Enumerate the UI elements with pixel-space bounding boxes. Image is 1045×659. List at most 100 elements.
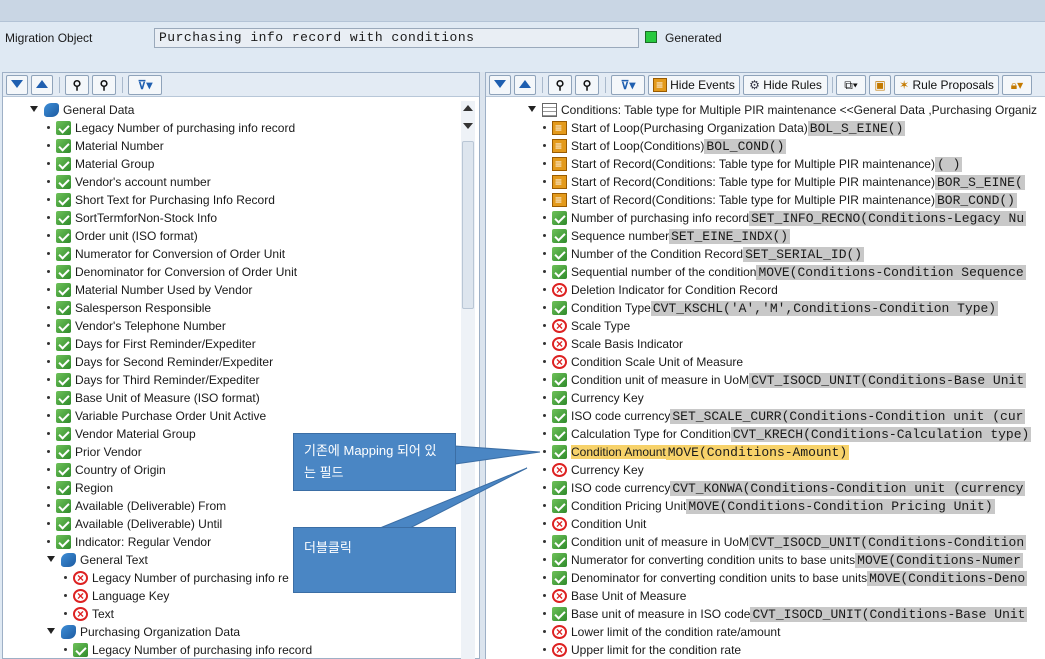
left-scrollbar[interactable] (461, 101, 475, 659)
tree-node[interactable]: Start of Record(Conditions: Table type f… (543, 173, 1025, 191)
tree-node[interactable]: Scale Basis Indicator (543, 335, 683, 353)
tree-node[interactable]: Days for First Reminder/Expediter (47, 335, 256, 353)
tree-node[interactable]: Country of Origin (47, 461, 166, 479)
tree-node[interactable]: Currency Key (543, 389, 644, 407)
tree-node[interactable]: Start of Loop(Purchasing Organization Da… (543, 119, 906, 137)
tree-node[interactable]: Base unit of measure in ISO code CVT_ISOC… (543, 605, 1028, 623)
tree-node[interactable]: Condition Pricing Unit MOVE(Conditions-Co… (543, 497, 995, 515)
expand-caret-icon[interactable] (528, 106, 536, 112)
tree-node[interactable]: Vendor's account number (47, 173, 211, 191)
lock-button[interactable]: 🔒︎▾ (1002, 75, 1032, 95)
filter-button[interactable]: ⊽▾ (128, 75, 162, 95)
tree-node[interactable]: Variable Purchase Order Unit Active (47, 407, 266, 425)
rule-code[interactable]: MOVE(Conditions-Condition Sequence (756, 265, 1026, 280)
tree-node[interactable]: Text (64, 605, 114, 623)
collapse-all-button[interactable] (31, 75, 53, 95)
tree-node[interactable]: Indicator: Regular Vendor (47, 533, 211, 551)
filter-button[interactable]: ⊽▾ (611, 75, 645, 95)
tree-node[interactable]: Available (Deliverable) Until (47, 515, 222, 533)
rule-code[interactable]: CVT_ISOCD_UNIT(Conditions-Base Unit (750, 607, 1028, 622)
rule-code[interactable]: CVT_KONWA(Conditions-Condition unit (cur… (670, 481, 1026, 496)
tree-node[interactable]: Calculation Type for Condition CVT_KRECH(… (543, 425, 1032, 443)
tree-node[interactable]: Days for Third Reminder/Expediter (47, 371, 260, 389)
tree-node[interactable]: Available (Deliverable) From (47, 497, 226, 515)
tree-node[interactable]: General Text (47, 551, 148, 569)
tree-node[interactable]: Start of Record(Conditions: Table type f… (543, 191, 1017, 209)
expand-all-button[interactable] (489, 75, 511, 95)
rule-code[interactable]: BOR_COND() (934, 193, 1017, 208)
rule-code[interactable]: BOL_COND() (704, 139, 787, 154)
tree-node[interactable]: Order unit (ISO format) (47, 227, 198, 245)
scroll-down-icon[interactable] (463, 123, 473, 129)
tree-node[interactable]: Material Number (47, 137, 164, 155)
expand-caret-icon[interactable] (30, 106, 38, 112)
scroll-thumb[interactable] (462, 141, 474, 309)
tree-node[interactable]: Prior Vendor (47, 443, 142, 461)
tree-node[interactable]: Days for Second Reminder/Expediter (47, 353, 273, 371)
rule-code[interactable]: MOVE(Conditions-Amount) (665, 445, 850, 460)
tree-node[interactable]: Base Unit of Measure (ISO format) (47, 389, 260, 407)
rule-code[interactable]: MOVE(Conditions-Condition Pricing Unit) (686, 499, 995, 514)
rule-code[interactable]: SET_SCALE_CURR(Conditions-Condition unit… (670, 409, 1026, 424)
tree-node[interactable]: SortTermforNon-Stock Info (47, 209, 217, 227)
tree-node[interactable]: Number of purchasing info record SET_INFO… (543, 209, 1027, 227)
tree-node[interactable]: Salesperson Responsible (47, 299, 211, 317)
tree-node[interactable]: Legacy Number of purchasing info record (47, 119, 295, 137)
migration-object-field[interactable]: Purchasing info record with conditions (154, 28, 639, 48)
rule-code[interactable]: MOVE(Conditions-Deno (867, 571, 1028, 586)
tree-node[interactable]: Material Number Used by Vendor (47, 281, 252, 299)
rule-code[interactable]: CVT_KRECH(Conditions-Calculation type) (730, 427, 1032, 442)
object-button[interactable]: ▣ (869, 75, 891, 95)
tree-node[interactable]: Lower limit of the condition rate/amount (543, 623, 780, 641)
tree-node[interactable]: Start of Record(Conditions: Table type f… (543, 155, 963, 173)
expand-all-button[interactable] (6, 75, 28, 95)
tree-node[interactable]: Condition unit of measure in UoM CVT_ISOC… (543, 371, 1027, 389)
tree-node[interactable]: ISO code currency CVT_KONWA(Conditions-Co… (543, 479, 1026, 497)
tree-node[interactable]: Currency Key (543, 461, 644, 479)
rule-code[interactable]: CVT_KSCHL('A','M',Conditions-Condition T… (650, 301, 999, 316)
tree-node[interactable]: Vendor Material Group (47, 425, 196, 443)
tree-node[interactable]: Start of Loop(Conditions)BOL_COND() (543, 137, 787, 155)
hide-events-button[interactable]: Hide Events (648, 75, 740, 95)
expand-caret-icon[interactable] (47, 628, 55, 634)
tree-node[interactable]: Number of the Condition Record SET_SERIAL… (543, 245, 865, 263)
tree-node[interactable]: Conditions: Table type for Multiple PIR … (528, 101, 1037, 119)
tree-node[interactable]: Sequential number of the condition MOVE(C… (543, 263, 1026, 281)
rule-code[interactable]: SET_SERIAL_ID() (743, 247, 865, 262)
rule-proposals-button[interactable]: ✶ Rule Proposals (894, 75, 999, 95)
rule-code[interactable]: BOR_S_EINE( (934, 175, 1025, 190)
tree-node[interactable]: Condition Amount MOVE(Conditions-Amount) (543, 443, 850, 461)
tree-node[interactable]: Base Unit of Measure (543, 587, 686, 605)
tree-node[interactable]: Denominator for Conversion of Order Unit (47, 263, 297, 281)
tree-node[interactable]: Sequence number SET_EINE_INDX() (543, 227, 791, 245)
tree-node[interactable]: Language Key (64, 587, 169, 605)
tree-node[interactable]: General Data (30, 101, 134, 119)
rule-code[interactable]: MOVE(Conditions-Numer (855, 553, 1023, 568)
tree-node[interactable]: Denominator for converting condition uni… (543, 569, 1028, 587)
tree-node[interactable]: ISO code currency SET_SCALE_CURR(Conditio… (543, 407, 1026, 425)
tree-node[interactable]: Numerator for Conversion of Order Unit (47, 245, 285, 263)
tree-node[interactable]: Numerator for converting condition units… (543, 551, 1023, 569)
tree-node[interactable]: Condition unit of measure in UoM CVT_ISOC… (543, 533, 1027, 551)
tree-node[interactable]: Condition Type CVT_KSCHL('A','M',Conditio… (543, 299, 999, 317)
display-options-button[interactable]: ⧉▾ (836, 75, 866, 95)
find-button[interactable]: ⚲ (548, 75, 572, 95)
tree-node[interactable]: Scale Type (543, 317, 630, 335)
scroll-up-icon[interactable] (463, 105, 473, 111)
tree-node[interactable]: Condition Scale Unit of Measure (543, 353, 743, 371)
collapse-all-button[interactable] (514, 75, 536, 95)
rule-code[interactable]: SET_EINE_INDX() (669, 229, 791, 244)
tree-node[interactable]: Condition Unit (543, 515, 646, 533)
rule-code[interactable]: ( ) (934, 157, 963, 172)
expand-caret-icon[interactable] (47, 556, 55, 562)
find-next-button[interactable]: ⚲ (575, 75, 599, 95)
find-next-button[interactable]: ⚲ (92, 75, 116, 95)
tree-node[interactable]: Deletion Indicator for Condition Record (543, 281, 778, 299)
tree-node[interactable]: Legacy Number of purchasing info record (64, 641, 312, 658)
tree-node[interactable]: Material Group (47, 155, 154, 173)
rule-code[interactable]: SET_INFO_RECNO(Conditions-Legacy Nu (749, 211, 1027, 226)
tree-node[interactable]: Upper limit for the condition rate (543, 641, 741, 659)
tree-node[interactable]: Short Text for Purchasing Info Record (47, 191, 275, 209)
tree-node[interactable]: Region (47, 479, 113, 497)
tree-node[interactable]: Vendor's Telephone Number (47, 317, 226, 335)
